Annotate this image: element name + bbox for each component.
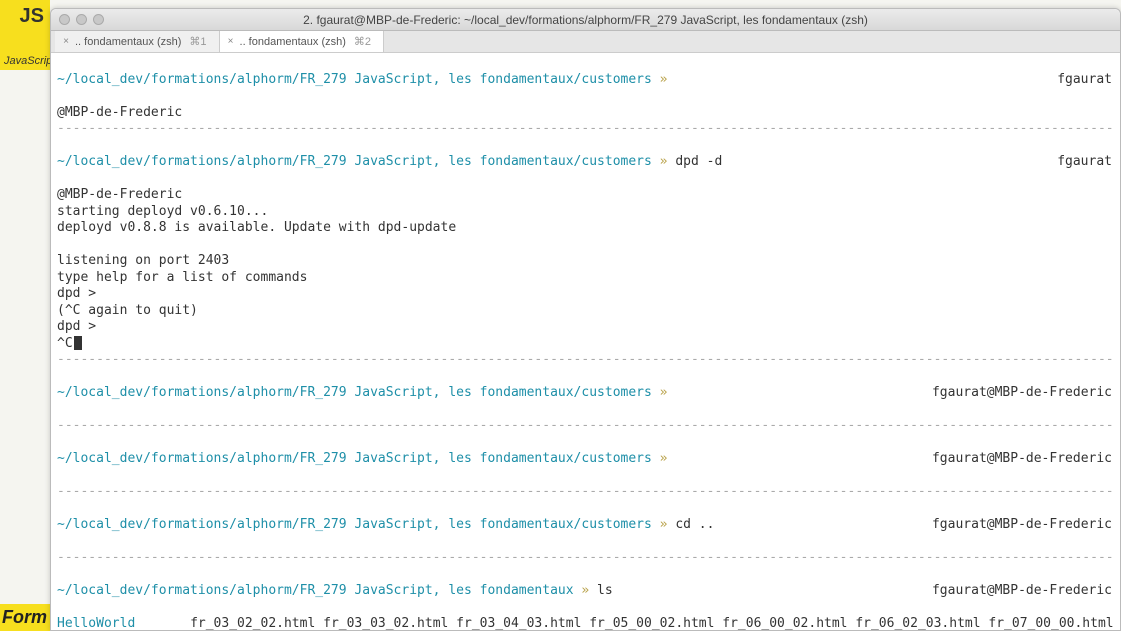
tab-label: .. fondamentaux (zsh) xyxy=(75,36,181,48)
cmd-text: cd .. xyxy=(675,517,714,532)
window-titlebar[interactable]: 2. fgaurat@MBP-de-Frederic: ~/local_dev/… xyxy=(51,9,1120,31)
cursor-icon xyxy=(74,336,82,350)
prompt-user: fgaurat xyxy=(1057,154,1112,171)
formation-label: Form xyxy=(0,604,53,631)
window-controls[interactable] xyxy=(59,14,104,25)
prompt-arrow: » xyxy=(660,385,668,400)
zoom-icon[interactable] xyxy=(93,14,104,25)
prompt-arrow: » xyxy=(660,451,668,466)
output-line: deployd v0.8.8 is available. Update with… xyxy=(57,220,456,235)
output-line: dpd > xyxy=(57,286,96,301)
tab-bar: × .. fondamentaux (zsh) ⌘1 × .. fondamen… xyxy=(51,31,1120,53)
separator-line: ----------------------------------------… xyxy=(57,484,1114,501)
prompt-user: fgaurat xyxy=(1057,72,1112,89)
tab-2[interactable]: × .. fondamentaux (zsh) ⌘2 xyxy=(220,31,385,52)
prompt-user: fgaurat@MBP-de-Frederic xyxy=(932,583,1112,600)
output-line: (^C again to quit) xyxy=(57,303,198,318)
prompt-user: fgaurat@MBP-de-Frederic xyxy=(932,385,1112,402)
prompt-user: fgaurat@MBP-de-Frederic xyxy=(932,517,1112,534)
window-title: 2. fgaurat@MBP-de-Frederic: ~/local_dev/… xyxy=(59,13,1112,27)
close-icon[interactable]: × xyxy=(61,37,71,47)
prompt-path: ~/local_dev/formations/alphorm/FR_279 Ja… xyxy=(57,72,652,87)
separator-line: ----------------------------------------… xyxy=(57,418,1114,435)
prompt-arrow: » xyxy=(660,72,668,87)
output-line: dpd > xyxy=(57,319,96,334)
prompt-path: ~/local_dev/formations/alphorm/FR_279 Ja… xyxy=(57,517,652,532)
separator-line: ----------------------------------------… xyxy=(57,352,1114,369)
output-line: type help for a list of commands xyxy=(57,270,307,285)
prompt-path: ~/local_dev/formations/alphorm/FR_279 Ja… xyxy=(57,154,652,169)
cmd-text: ls xyxy=(597,583,613,598)
prompt-path: ~/local_dev/formations/alphorm/FR_279 Ja… xyxy=(57,385,652,400)
prompt-host: @MBP-de-Frederic xyxy=(57,187,182,202)
tab-1[interactable]: × .. fondamentaux (zsh) ⌘1 xyxy=(55,31,220,52)
output-line: ^C xyxy=(57,336,82,351)
blank-line xyxy=(57,237,65,252)
prompt-arrow: » xyxy=(660,517,668,532)
cmd-text: dpd -d xyxy=(675,154,722,169)
terminal-window: 2. fgaurat@MBP-de-Frederic: ~/local_dev/… xyxy=(50,8,1121,631)
prompt-arrow: » xyxy=(581,583,589,598)
separator-line: ----------------------------------------… xyxy=(57,550,1114,567)
ls-row: HelloWorld fr_03_02_02.html fr_03_03_02.… xyxy=(57,616,1120,630)
tab-shortcut: ⌘2 xyxy=(354,35,371,48)
close-icon[interactable]: × xyxy=(226,37,236,47)
minimize-icon[interactable] xyxy=(76,14,87,25)
prompt-path: ~/local_dev/formations/alphorm/FR_279 Ja… xyxy=(57,583,574,598)
tab-label: .. fondamentaux (zsh) xyxy=(240,36,346,48)
prompt-path: ~/local_dev/formations/alphorm/FR_279 Ja… xyxy=(57,451,652,466)
separator-line: ----------------------------------------… xyxy=(57,121,1114,138)
terminal-content[interactable]: ~/local_dev/formations/alphorm/FR_279 Ja… xyxy=(51,53,1120,630)
js-badge-label: JavaScript xyxy=(4,55,55,67)
output-line: starting deployd v0.6.10... xyxy=(57,204,268,219)
prompt-arrow: » xyxy=(660,154,668,169)
close-icon[interactable] xyxy=(59,14,70,25)
output-line: listening on port 2403 xyxy=(57,253,229,268)
prompt-user: fgaurat@MBP-de-Frederic xyxy=(932,451,1112,468)
prompt-host: @MBP-de-Frederic xyxy=(57,105,182,120)
tab-shortcut: ⌘1 xyxy=(189,35,206,48)
